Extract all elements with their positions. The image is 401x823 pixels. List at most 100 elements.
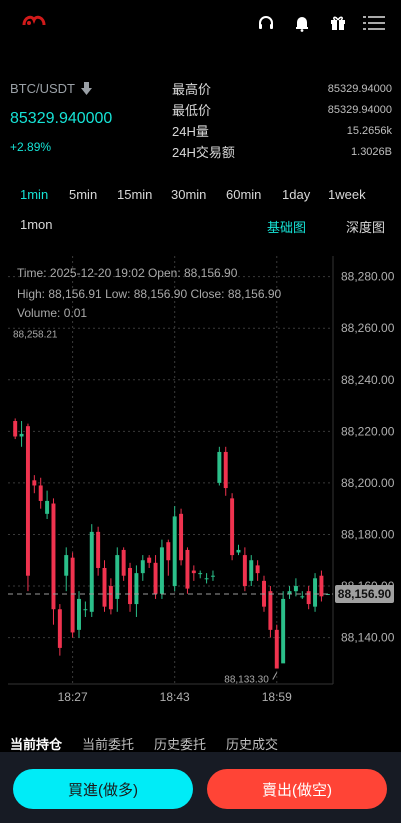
buy-long-button[interactable]: 買進(做多) <box>13 769 193 809</box>
candle-body <box>159 547 164 594</box>
pair-label: BTC/USDT <box>10 81 75 96</box>
candle-body <box>300 596 305 598</box>
candle-body <box>319 575 324 597</box>
tab-30min[interactable]: 30min <box>171 187 206 202</box>
sell-short-button[interactable]: 賣出(做空) <box>207 769 387 809</box>
stat-high: 最高价 85329.94000 <box>172 78 392 99</box>
candle-body <box>64 555 69 576</box>
candle-body <box>108 586 113 610</box>
candle-body <box>57 609 62 648</box>
tab-1mon[interactable]: 1mon <box>20 217 53 232</box>
candle-body <box>217 451 222 483</box>
candle-body <box>96 531 101 568</box>
candlestick-chart[interactable]: 88,280.00 88,260.00 88,240.00 88,220.00 88,2… <box>0 256 401 726</box>
candle-body <box>179 513 184 561</box>
candle-body <box>306 591 311 605</box>
candle-body <box>25 426 30 576</box>
candle-body <box>115 555 120 599</box>
headset-icon[interactable] <box>255 12 277 34</box>
candle-body <box>89 531 94 612</box>
stat-label: 最低价 <box>172 103 212 118</box>
candle-body <box>51 503 56 610</box>
stat-low: 最低价 85329.94000 <box>172 99 392 120</box>
candle-body <box>210 575 215 577</box>
y-tick-label: 88,280.00 <box>341 270 395 284</box>
max-price-label: 88,258.21 <box>13 329 58 340</box>
stat-label: 最高价 <box>172 82 212 97</box>
candle-body <box>223 451 228 489</box>
candle-body <box>83 609 88 611</box>
y-tick-label: 88,260.00 <box>341 321 395 335</box>
tab-depth-chart[interactable]: 深度图 <box>346 217 385 236</box>
candle-body <box>13 421 18 437</box>
candle-body <box>268 591 273 630</box>
candle-body <box>293 586 298 592</box>
tab-order-history[interactable]: 历史委托 <box>154 734 206 753</box>
bell-icon[interactable] <box>291 12 313 34</box>
candle-body <box>242 555 247 587</box>
gift-icon[interactable] <box>327 12 349 34</box>
tab-current-orders[interactable]: 当前委托 <box>82 734 134 753</box>
candle-body <box>121 549 126 576</box>
stat-label: 24H量 <box>172 124 209 139</box>
candle-body <box>274 629 279 669</box>
candle-body <box>313 578 318 607</box>
min-price-pointer <box>272 672 278 680</box>
pair-selector[interactable]: BTC/USDT <box>10 81 92 96</box>
top-bar <box>0 0 401 46</box>
info-line-ohlc: High: 88,156.91 Low: 88,156.90 Close: 88… <box>17 287 282 301</box>
info-line-time: Time: 2025-12-20 19:02 Open: 88,156.90 <box>17 266 238 280</box>
stat-volume: 24H量 15.2656k <box>172 120 392 141</box>
candle-body <box>38 485 43 501</box>
y-tick-label: 88,240.00 <box>341 373 395 387</box>
candle-body <box>255 565 260 574</box>
candle-body <box>128 567 133 605</box>
stat-value: 85329.94000 <box>327 82 392 95</box>
logo-icon[interactable] <box>20 11 48 35</box>
candle-body <box>77 598 81 630</box>
x-tick-label: 18:59 <box>262 690 292 704</box>
info-line-volume: Volume: 0.01 <box>17 306 88 320</box>
candle-body <box>70 557 75 633</box>
candle-body <box>287 591 292 594</box>
candle-body <box>19 433 24 437</box>
stats-list: 最高价 85329.94000 最低价 85329.94000 24H量 15.… <box>172 78 392 162</box>
candle-body <box>134 573 139 605</box>
candle-body <box>236 549 241 553</box>
tab-1week[interactable]: 1week <box>328 187 366 202</box>
candle-body <box>191 570 196 574</box>
y-tick-label: 88,140.00 <box>341 631 395 645</box>
candle-body <box>140 560 145 574</box>
candle-body <box>102 567 107 607</box>
y-tick-label: 88,220.00 <box>341 424 395 438</box>
tab-5min[interactable]: 5min <box>69 187 97 202</box>
tab-trade-history[interactable]: 历史成交 <box>226 734 278 753</box>
action-bar: 買進(做多) 賣出(做空) <box>0 752 401 823</box>
stat-label: 24H交易额 <box>172 145 235 160</box>
candle-body <box>45 500 50 514</box>
chart-canvas[interactable]: 88,280.00 88,260.00 88,240.00 88,220.00 88,2… <box>0 256 401 726</box>
tab-basic-chart[interactable]: 基础图 <box>267 217 306 236</box>
stat-turnover: 24H交易额 1.3026B <box>172 141 392 162</box>
candle-body <box>198 573 203 575</box>
menu-icon[interactable] <box>363 12 385 34</box>
candle-body <box>32 480 37 486</box>
y-tick-label: 88,200.00 <box>341 476 395 490</box>
candle-body <box>166 542 171 561</box>
candle-body <box>204 578 209 580</box>
tab-60min[interactable]: 60min <box>226 187 261 202</box>
price-change: +2.89% <box>10 140 52 154</box>
candle-body <box>249 560 254 581</box>
stat-value: 15.2656k <box>346 124 392 137</box>
candle-body <box>153 562 158 594</box>
tab-current-positions[interactable]: 当前持仓 <box>10 734 62 753</box>
min-price-label: 88,133.30 <box>224 675 269 686</box>
x-tick-label: 18:27 <box>58 690 88 704</box>
x-tick-label: 18:43 <box>160 690 190 704</box>
y-tick-label: 88,180.00 <box>341 527 395 541</box>
tab-15min[interactable]: 15min <box>117 187 152 202</box>
tab-1day[interactable]: 1day <box>282 187 310 202</box>
position-tabs: 当前持仓 当前委托 历史委托 历史成交 <box>0 732 401 754</box>
tab-1min[interactable]: 1min <box>20 187 48 202</box>
stat-value: 85329.94000 <box>327 103 392 116</box>
